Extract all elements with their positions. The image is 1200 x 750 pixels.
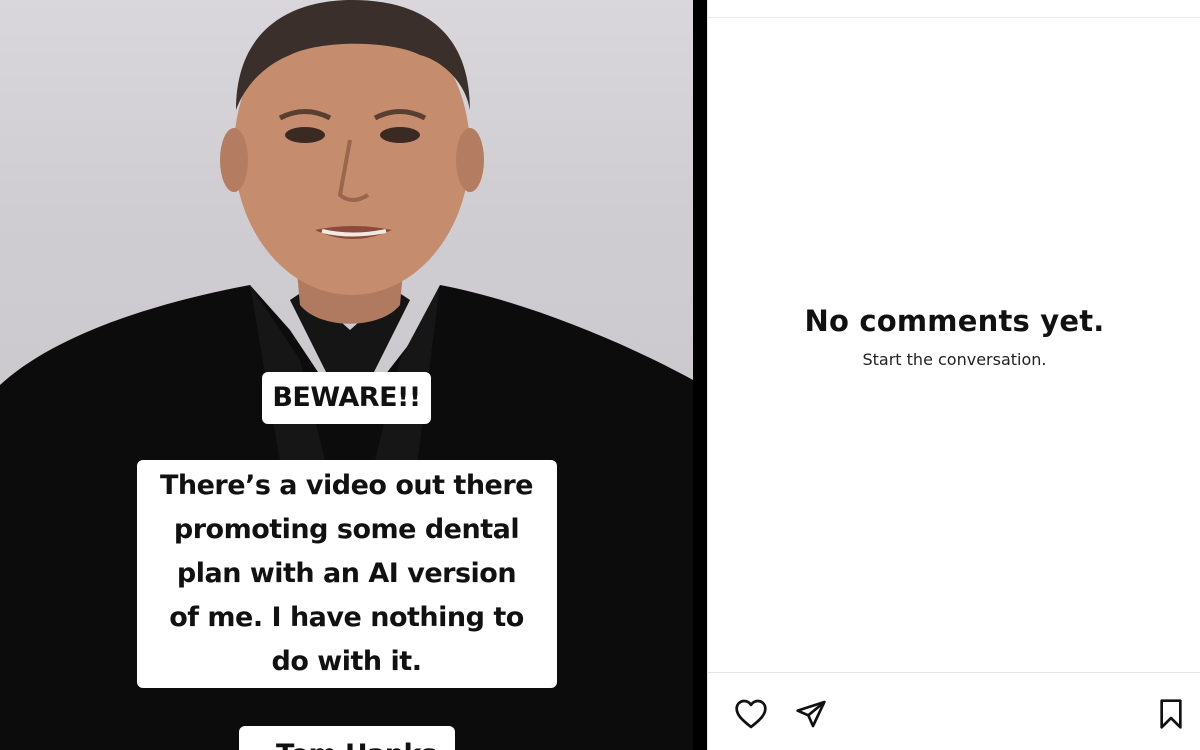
story-beware-sticker: BEWARE!! bbox=[0, 372, 693, 424]
message-line: plan with an AI version bbox=[176, 558, 517, 589]
message-line: do with it. bbox=[271, 646, 422, 677]
message-line: There’s a video out there bbox=[159, 470, 534, 501]
post-action-bar bbox=[708, 672, 1200, 750]
message-text: There’s a video out there promoting some… bbox=[136, 460, 557, 688]
signoff-text: - Tom Hanks bbox=[238, 726, 455, 750]
post-media[interactable]: BEWARE!! There’s a video out there promo… bbox=[0, 0, 693, 750]
message-line: of me. I have nothing to bbox=[169, 602, 524, 633]
beware-text: BEWARE!! bbox=[262, 372, 431, 424]
heart-icon bbox=[735, 699, 767, 729]
share-button[interactable] bbox=[790, 693, 832, 735]
story-message-sticker: There’s a video out there promoting some… bbox=[0, 460, 693, 688]
no-comments-title: No comments yet. bbox=[804, 304, 1105, 338]
no-comments-subtitle: Start the conversation. bbox=[862, 350, 1047, 369]
save-button[interactable] bbox=[1150, 693, 1192, 735]
no-comments-state: No comments yet. Start the conversation. bbox=[708, 304, 1200, 369]
comments-panel: No comments yet. Start the conversation. bbox=[707, 0, 1200, 750]
instagram-post: BEWARE!! There’s a video out there promo… bbox=[0, 0, 1200, 750]
bookmark-icon bbox=[1160, 699, 1182, 729]
story-signoff-sticker: - Tom Hanks bbox=[0, 726, 693, 750]
media-divider bbox=[693, 0, 707, 750]
like-button[interactable] bbox=[730, 693, 772, 735]
paper-plane-icon bbox=[796, 700, 826, 728]
message-line: promoting some dental bbox=[173, 514, 520, 545]
panel-header bbox=[708, 0, 1200, 18]
